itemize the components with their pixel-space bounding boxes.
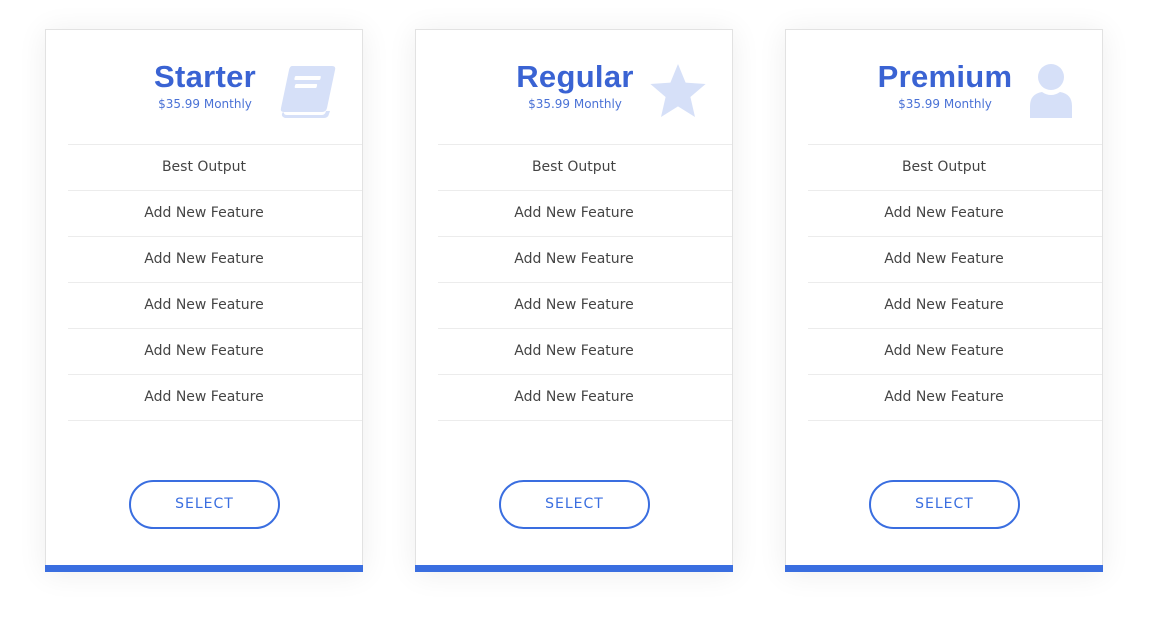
feature-item: Add New Feature (808, 375, 1102, 421)
feature-item: Add New Feature (68, 191, 362, 237)
user-icon (1018, 62, 1078, 120)
card-accent-bar (785, 565, 1103, 572)
feature-list: Best Output Add New Feature Add New Feat… (68, 144, 362, 421)
feature-item: Add New Feature (808, 283, 1102, 329)
feature-list: Best Output Add New Feature Add New Feat… (438, 144, 732, 421)
card-header: Regular $35.99 Monthly (416, 30, 732, 145)
select-button-premium[interactable]: SELECT (869, 480, 1020, 529)
feature-item: Add New Feature (68, 283, 362, 329)
feature-item: Best Output (438, 145, 732, 191)
feature-item: Add New Feature (438, 237, 732, 283)
feature-item: Best Output (68, 145, 362, 191)
feature-item: Add New Feature (808, 191, 1102, 237)
pricing-card-regular: Regular $35.99 Monthly Best Output Add N… (415, 29, 733, 572)
pricing-table: Starter $35.99 Monthly Best Output Add N… (0, 0, 1153, 641)
star-icon (648, 62, 708, 120)
feature-item: Add New Feature (68, 237, 362, 283)
select-button-starter[interactable]: SELECT (129, 480, 280, 529)
feature-item: Add New Feature (438, 283, 732, 329)
feature-list: Best Output Add New Feature Add New Feat… (808, 144, 1102, 421)
feature-item: Add New Feature (68, 329, 362, 375)
feature-item: Best Output (808, 145, 1102, 191)
card-header: Starter $35.99 Monthly (46, 30, 362, 145)
pricing-card-starter: Starter $35.99 Monthly Best Output Add N… (45, 29, 363, 572)
card-header: Premium $35.99 Monthly (786, 30, 1102, 145)
feature-item: Add New Feature (68, 375, 362, 421)
select-button-regular[interactable]: SELECT (499, 480, 650, 529)
feature-item: Add New Feature (438, 375, 732, 421)
book-icon (278, 62, 338, 120)
feature-item: Add New Feature (438, 329, 732, 375)
feature-item: Add New Feature (438, 191, 732, 237)
feature-item: Add New Feature (808, 329, 1102, 375)
card-accent-bar (45, 565, 363, 572)
card-accent-bar (415, 565, 733, 572)
feature-item: Add New Feature (808, 237, 1102, 283)
pricing-card-premium: Premium $35.99 Monthly Best Output Add N… (785, 29, 1103, 572)
